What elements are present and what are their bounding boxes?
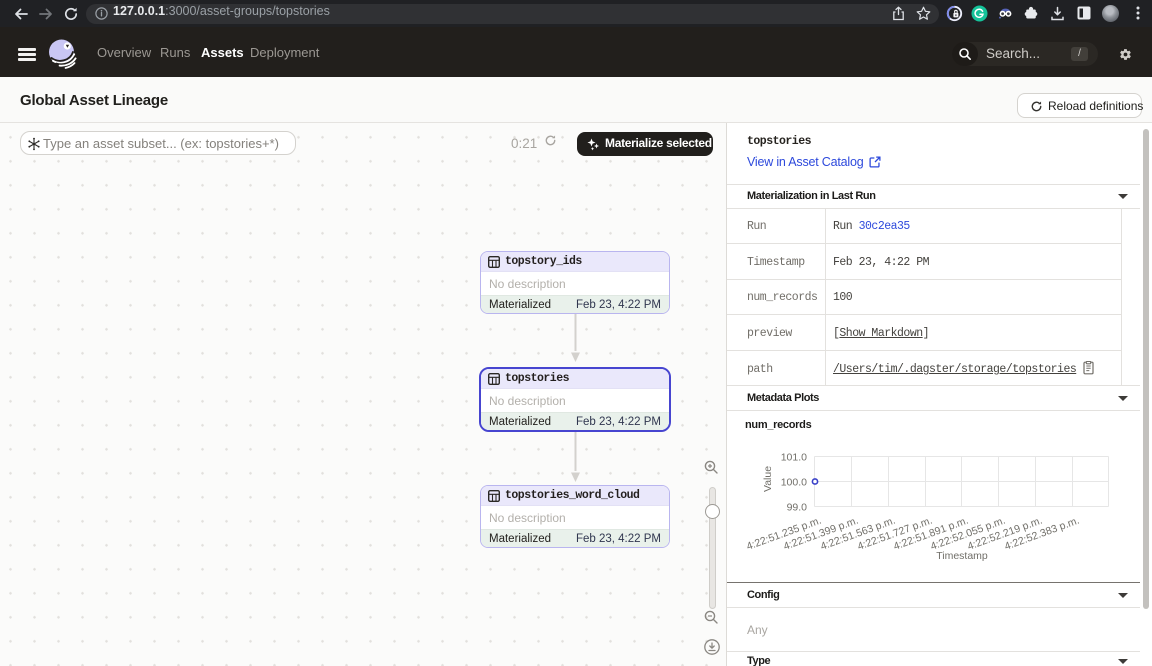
svg-text:100.0: 100.0 [781,477,807,489]
svg-text:Value: Value [762,466,774,492]
svg-text:99.0: 99.0 [787,502,808,514]
svg-text:101.0: 101.0 [781,452,807,464]
svg-text:Timestamp: Timestamp [936,550,988,562]
